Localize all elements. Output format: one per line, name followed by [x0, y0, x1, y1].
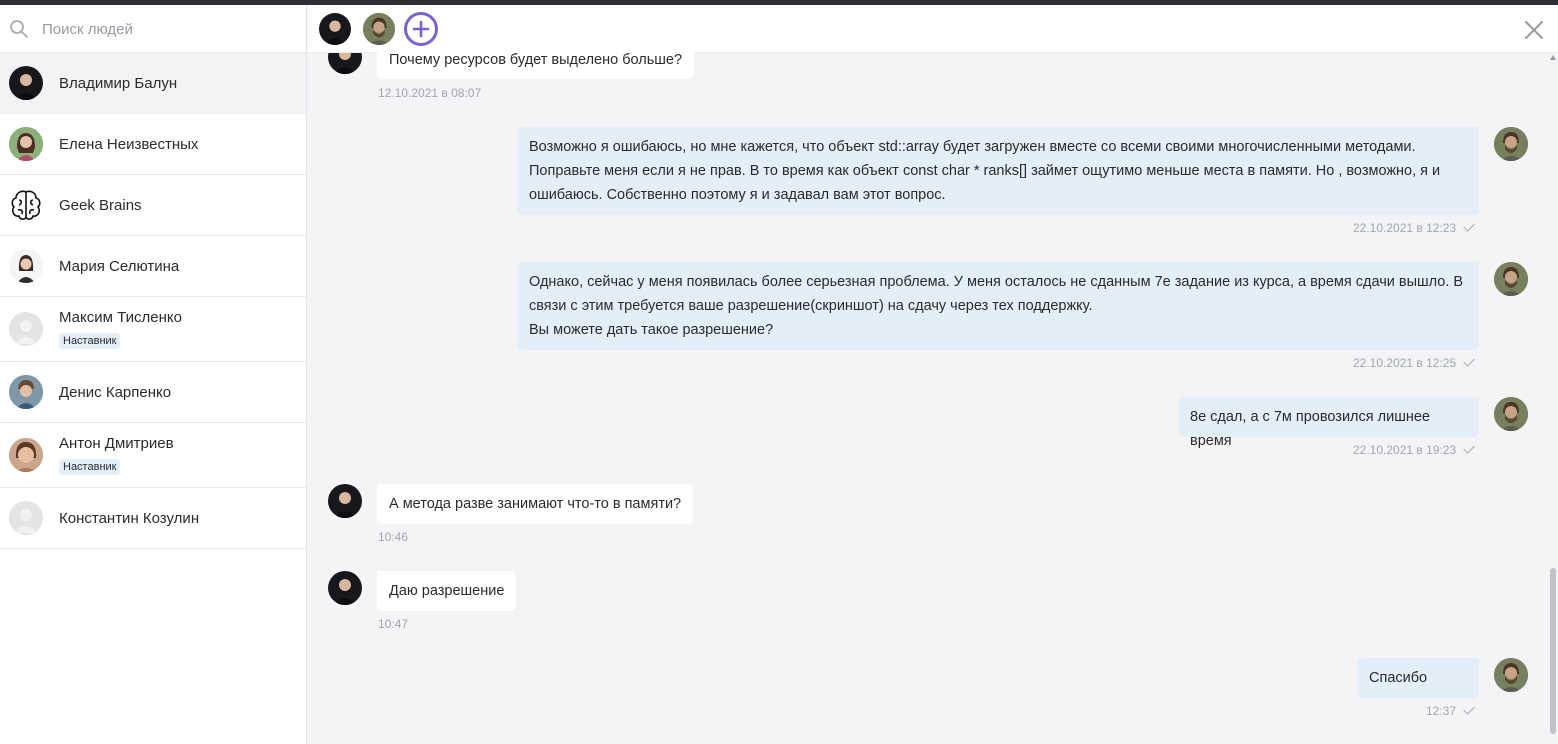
avatar [9, 66, 43, 100]
message-text: Почему ресурсов будет выделено больше? [389, 52, 683, 68]
message-bubble: Возможно я ошибаюсь, но мне кажется, что… [517, 127, 1479, 215]
plus-icon [412, 20, 430, 38]
contact-name: Мария Селютина [59, 258, 180, 275]
contact-item-anton-dmitriev[interactable]: Антон Дмитриев Наставник [0, 423, 306, 488]
brain-logo-icon [9, 188, 43, 222]
check-icon [1463, 703, 1475, 715]
search-bar [0, 5, 306, 53]
close-icon[interactable] [1523, 19, 1545, 41]
check-icon [1463, 220, 1475, 232]
contact-name: Елена Неизвестных [59, 136, 199, 153]
mentor-badge: Наставник [59, 333, 121, 349]
message-bubble: Спасибо [1357, 658, 1479, 698]
message-text: Даю разрешение [389, 583, 505, 599]
avatar [9, 375, 43, 409]
contact-item-vladimir-balun[interactable]: Владимир Балун [0, 53, 306, 114]
check-icon [1463, 355, 1475, 367]
search-input[interactable] [42, 16, 292, 42]
message-bubble: Почему ресурсов будет выделено больше? [377, 48, 695, 79]
chat-header [308, 5, 1558, 53]
message-text: Возможно я ошибаюсь, но мне кажется, что… [529, 139, 1441, 203]
search-icon [10, 20, 28, 38]
default-avatar-icon [9, 501, 43, 535]
contact-name: Антон Дмитриев [59, 435, 174, 452]
contact-item-geek-brains[interactable]: Geek Brains [0, 175, 306, 236]
scroll-up-arrow-icon[interactable] [1550, 55, 1556, 60]
avatar [9, 127, 43, 161]
contact-item-maria-selyutina[interactable]: Мария Селютина [0, 236, 306, 297]
participant-avatar[interactable] [319, 13, 351, 45]
message-bubble: А метода разве занимают что-то в памяти? [377, 484, 694, 524]
message-timestamp: 22.10.2021 в 12:23 [1353, 220, 1475, 235]
message-timestamp: 10:47 [378, 617, 409, 631]
contact-name: Владимир Балун [59, 75, 178, 92]
scrollbar-thumb[interactable] [1550, 568, 1556, 734]
avatar [9, 438, 43, 472]
contact-name: Geek Brains [59, 197, 142, 214]
sender-avatar [328, 571, 362, 605]
sender-avatar [1494, 127, 1528, 161]
message-timestamp: 22.10.2021 в 12:25 [1353, 355, 1475, 370]
avatar [9, 249, 43, 283]
participant-avatar[interactable] [363, 13, 395, 45]
message-timestamp: 12.10.2021 в 08:07 [378, 86, 482, 100]
contact-name: Константин Козулин [59, 510, 200, 527]
sender-avatar [328, 484, 362, 518]
message-timestamp: 22.10.2021 в 19:23 [1353, 442, 1475, 457]
contact-name: Максим Тисленко [59, 309, 182, 326]
message-bubble: Однако, сейчас у меня появилась более се… [517, 262, 1479, 350]
message-bubble: Даю разрешение [377, 571, 517, 611]
message-text: Вы можете дать такое разрешение? [529, 322, 774, 338]
contact-item-konstantin-kozulin[interactable]: Константин Козулин [0, 488, 306, 549]
sender-avatar [1494, 262, 1528, 296]
message-text: Спасибо [1369, 670, 1428, 686]
default-avatar-icon [9, 312, 43, 346]
sender-avatar [1494, 658, 1528, 692]
message-timestamp: 10:46 [378, 530, 409, 544]
message-timestamp: 12:37 [1426, 703, 1475, 718]
sender-avatar [1494, 397, 1528, 431]
contact-item-elena-neizvestnykh[interactable]: Елена Неизвестных [0, 114, 306, 175]
mentor-badge: Наставник [59, 459, 121, 475]
message-bubble: 8е сдал, а с 7м провозился лишнее время [1178, 397, 1479, 449]
message-text: А метода разве занимают что-то в памяти? [389, 496, 682, 512]
contact-item-denis-karpenko[interactable]: Денис Карпенко [0, 362, 306, 423]
contact-item-maksim-tislenko[interactable]: Максим Тисленко Наставник [0, 297, 306, 362]
contact-name: Денис Карпенко [59, 384, 172, 401]
check-icon [1463, 442, 1475, 454]
contacts-sidebar: Владимир Балун Елена Неизвестных Geek Br… [0, 5, 307, 744]
add-participant-button[interactable] [404, 12, 438, 46]
message-text: Однако, сейчас у меня появилась более се… [529, 274, 1464, 314]
